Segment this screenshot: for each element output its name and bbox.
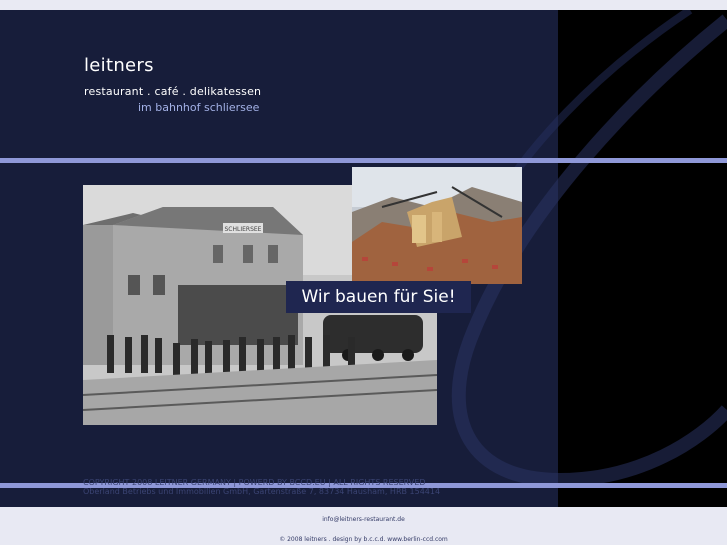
footer-legal: COPYRIGHT 2008 LEITNER GERMANY | POWERD … (83, 478, 440, 496)
demolition-photo (352, 167, 522, 284)
copyright-line: COPYRIGHT 2008 LEITNER GERMANY | POWERD … (83, 478, 426, 487)
brand-location: im bahnhof schliersee (138, 101, 260, 114)
slogan-banner: Wir bauen für Sie! (286, 281, 471, 313)
header-divider (0, 158, 727, 163)
brand-name: leitners (84, 55, 154, 76)
email-link[interactable]: info@leitners-restaurant.de (0, 516, 727, 523)
company-line: Oberland Betriebs und Immobilien GmbH, G… (83, 487, 441, 496)
station-sign: SCHLIERSEE (225, 226, 262, 233)
credits-line: © 2008 leitners . design by b.c.c.d. www… (279, 536, 448, 543)
top-strip (0, 0, 727, 10)
brand-tagline: restaurant . café . delikatessen (84, 85, 262, 98)
